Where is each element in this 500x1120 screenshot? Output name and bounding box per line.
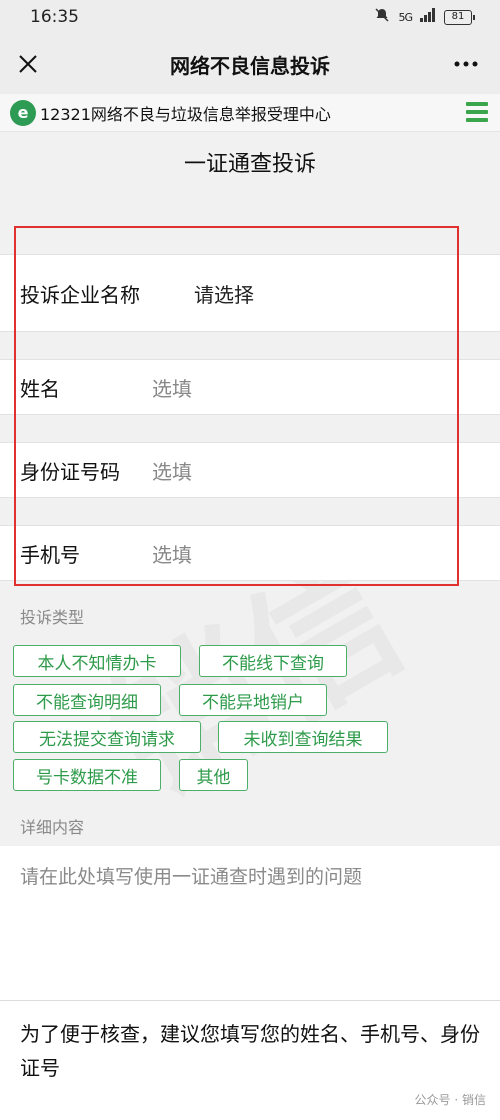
page-window-title: 网络不良信息投诉 (170, 53, 330, 78)
page-title: 一证通查投诉 (183, 152, 316, 177)
site-logo: e (10, 99, 36, 126)
complaint-type-option[interactable]: 无法提交查询请求 (13, 721, 201, 753)
battery-icon: 81 (444, 9, 475, 25)
site-name: 12321网络不良与垃圾信息举报受理中心 (40, 104, 331, 124)
more-icon[interactable] (450, 48, 482, 80)
company-select[interactable]: 请选择 (194, 279, 254, 308)
name-row: 姓名 选填 (0, 359, 500, 415)
mute-icon (374, 7, 390, 28)
close-icon[interactable] (12, 48, 44, 80)
complaint-type-option[interactable]: 号卡数据不准 (13, 759, 161, 791)
title-bar: 网络不良信息投诉 (0, 34, 500, 94)
footer-notice: 为了便于核查，建议您填写您的姓名、手机号、身份证号 公众号 · 销信 (0, 1000, 500, 1120)
complaint-type-option[interactable]: 其他 (179, 759, 248, 791)
status-bar: 16:35 5G 81 (0, 0, 500, 34)
detail-textarea[interactable]: 请在此处填写使用一证通查时遇到的问题 (0, 846, 500, 1000)
site-header: e 12321网络不良与垃圾信息举报受理中心 (0, 94, 500, 132)
detail-label: 详细内容 (20, 818, 85, 837)
company-select-row[interactable]: 投诉企业名称 请选择 (0, 254, 500, 332)
notice-text: 为了便于核查，建议您填写您的姓名、手机号、身份证号 (20, 1022, 480, 1080)
complaint-type-option[interactable]: 本人不知情办卡 (13, 645, 181, 677)
company-label: 投诉企业名称 (20, 282, 140, 307)
id-number-input[interactable]: 选填 (152, 456, 192, 485)
complaint-type-option[interactable]: 不能异地销户 (179, 684, 327, 716)
hamburger-menu-icon[interactable] (466, 102, 488, 122)
phone-label: 手机号 (20, 542, 80, 567)
network-label: 5G (398, 10, 412, 24)
complaint-type-label: 投诉类型 (20, 608, 85, 627)
name-label: 姓名 (20, 376, 60, 401)
phone-row: 手机号 选填 (0, 525, 500, 581)
complaint-type-option[interactable]: 不能线下查询 (199, 645, 347, 677)
id-number-label: 身份证号码 (20, 459, 120, 484)
status-icons: 5G 81 (374, 7, 475, 28)
footer-watermark: 公众号 · 销信 (414, 1093, 486, 1107)
status-time: 16:35 (30, 7, 79, 27)
name-input[interactable]: 选填 (152, 373, 192, 402)
complaint-type-option[interactable]: 未收到查询结果 (218, 721, 388, 753)
id-number-row: 身份证号码 选填 (0, 442, 500, 498)
phone-input[interactable]: 选填 (152, 539, 192, 568)
complaint-type-option[interactable]: 不能查询明细 (13, 684, 161, 716)
detail-placeholder: 请在此处填写使用一证通查时遇到的问题 (20, 866, 363, 888)
signal-icon (420, 7, 436, 27)
